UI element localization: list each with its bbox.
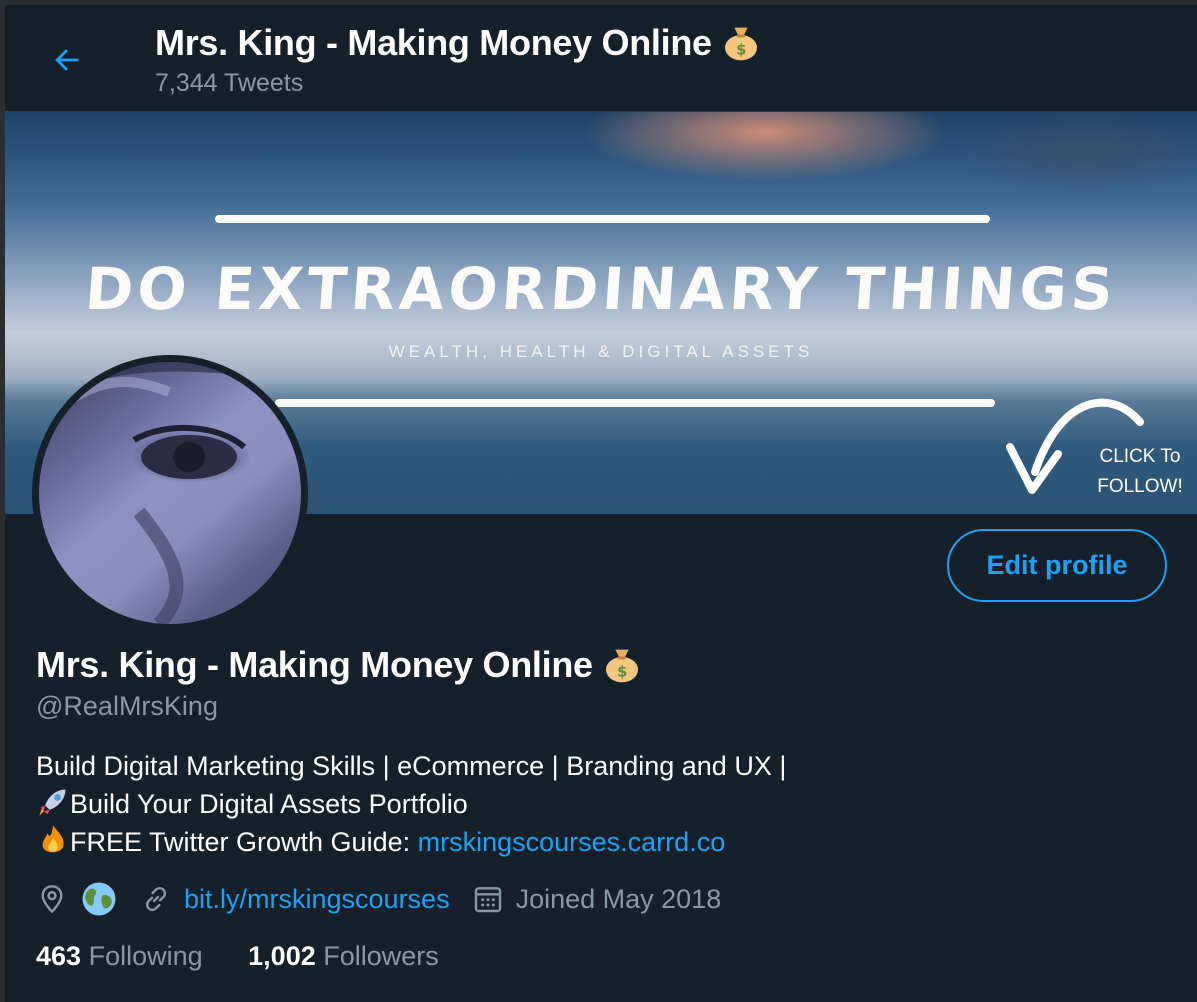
calendar-icon <box>474 887 501 913</box>
profile-name: Mrs. King - Making Money Online $ <box>36 643 642 686</box>
bio-line-3-text: FREE Twitter Growth Guide: <box>70 827 418 857</box>
money-bag-icon: $ <box>725 27 758 61</box>
profile-header-bar: Mrs. King - Making Money Online $ 7,344 … <box>5 5 1197 112</box>
avatar-face-art <box>39 362 301 624</box>
banner-brush-stroke-top <box>215 215 990 223</box>
location-pin-icon <box>41 885 63 914</box>
back-button[interactable] <box>42 35 92 85</box>
arrow-left-icon <box>55 49 79 71</box>
edit-profile-button[interactable]: Edit profile <box>947 529 1167 602</box>
followers-label: Followers <box>323 941 439 971</box>
bio-line-2: Build Your Digital Assets Portfolio <box>36 785 786 823</box>
profile-page: Mrs. King - Making Money Online $ 7,344 … <box>5 5 1197 1002</box>
bio-line-3: FREE Twitter Growth Guide: mrskingscours… <box>36 823 786 861</box>
link-icon <box>145 886 167 912</box>
tweet-count: 7,344 Tweets <box>155 69 304 97</box>
profile-handle: @RealMrsKing <box>36 691 218 721</box>
banner-cta: CLICK To FOLLOW! <box>1085 442 1195 502</box>
website-item: bit.ly/mrskingscourses <box>140 883 450 915</box>
following-link[interactable]: 463 Following <box>36 941 203 971</box>
avatar[interactable] <box>32 355 308 631</box>
avatar-image <box>39 362 301 624</box>
location-item <box>36 880 118 918</box>
banner-cta-line1: CLICK To <box>1099 446 1181 467</box>
followers-link[interactable]: 1,002 Followers <box>248 941 439 971</box>
website-link[interactable]: bit.ly/mrskingscourses <box>184 884 450 915</box>
header-title-text: Mrs. King - Making Money Online <box>155 22 712 63</box>
svg-text:$: $ <box>618 663 628 680</box>
joined-date: Joined May 2018 <box>515 883 722 914</box>
profile-meta: bit.ly/mrskingscourses Joined May 2018 <box>36 879 743 919</box>
joined-item: Joined May 2018 <box>472 883 722 915</box>
rocket-icon <box>39 789 66 816</box>
bio-line-2-text: Build Your Digital Assets Portfolio <box>70 789 468 819</box>
header-title: Mrs. King - Making Money Online $ <box>155 21 761 64</box>
bio-line-1: Build Digital Marketing Skills | eCommer… <box>36 751 787 781</box>
following-label: Following <box>88 941 203 971</box>
globe-icon <box>82 882 116 916</box>
fire-icon <box>42 825 64 853</box>
profile-name-text: Mrs. King - Making Money Online <box>36 644 593 685</box>
money-bag-icon: $ <box>606 649 639 683</box>
follow-counts: 463 Following 1,002 Followers <box>36 941 477 972</box>
bio-link[interactable]: mrskingscourses.carrd.co <box>418 827 726 857</box>
banner-cta-line2: FOLLOW! <box>1097 476 1183 497</box>
followers-count: 1,002 <box>248 941 316 971</box>
banner-brush-stroke-bottom <box>275 399 995 407</box>
following-count: 463 <box>36 941 82 971</box>
banner-headline: DO EXTRAORDINARY THINGS <box>82 255 1120 323</box>
svg-text:$: $ <box>737 41 747 58</box>
profile-bio: Build Digital Marketing Skills | eCommer… <box>36 747 786 861</box>
